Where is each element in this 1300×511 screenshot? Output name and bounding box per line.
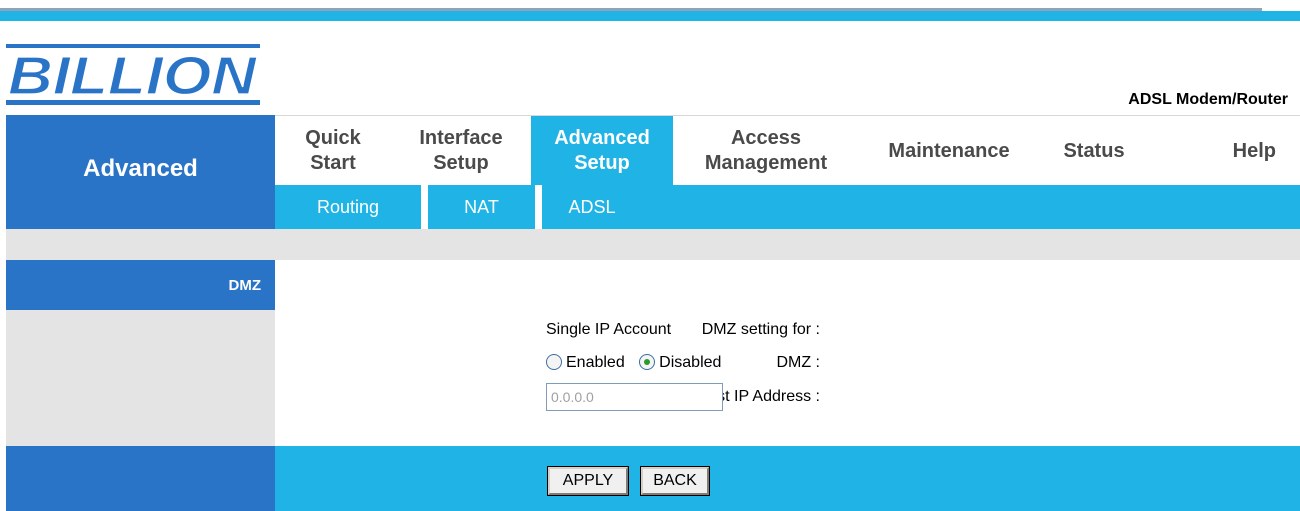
product-name: ADSL Modem/Router	[1128, 91, 1288, 108]
menu-advanced-setup[interactable]: Advanced Setup	[531, 116, 673, 186]
submenu-bar: Routing NAT ADSL	[275, 185, 1300, 229]
section-title: Advanced	[83, 155, 198, 182]
submenu-label: NAT	[464, 196, 499, 217]
menu-status[interactable]: Status	[1039, 116, 1149, 186]
submenu-separator	[421, 185, 428, 229]
menu-access-management[interactable]: Access Management	[673, 116, 859, 186]
menu-label: Status	[1063, 139, 1125, 162]
dmz-section-header: DMZ	[6, 260, 275, 310]
enabled-radio[interactable]	[546, 354, 562, 370]
host-ip-input[interactable]	[546, 383, 723, 411]
host-ip-row: DMZ Host IP Address :	[275, 383, 1300, 411]
menu-label: Interface	[419, 127, 503, 149]
menu-help[interactable]: Help	[1185, 116, 1300, 186]
submenu-label: ADSL	[568, 196, 616, 217]
svg-text:BILLION: BILLION	[8, 46, 257, 106]
browser-top-strip	[0, 0, 1300, 22]
nav-section-panel: Advanced	[6, 115, 275, 229]
menu-quick-start[interactable]: Quick Start	[275, 116, 391, 186]
submenu-adsl[interactable]: ADSL	[542, 185, 642, 229]
billion-logo: BILLION	[6, 44, 260, 106]
dmz-form: DMZ setting for : Single IP Account DMZ …	[275, 260, 1300, 446]
submenu-label: Routing	[316, 196, 380, 217]
menu-label: Access	[730, 127, 802, 149]
apply-button[interactable]: APPLY	[547, 466, 629, 496]
spacer-band	[6, 229, 1300, 260]
footer-bar: APPLY BACK	[275, 446, 1300, 511]
dmz-toggle-row: DMZ : Enabled Disabled	[275, 349, 1300, 377]
side-panel: DMZ	[6, 260, 275, 446]
enabled-label: Enabled	[566, 354, 625, 371]
setting-row: DMZ setting for : Single IP Account	[275, 316, 1300, 344]
submenu-nat[interactable]: NAT	[428, 185, 535, 229]
menu-label: Advanced	[554, 127, 650, 149]
disabled-radio[interactable]	[639, 354, 656, 370]
setting-label: DMZ setting for :	[701, 321, 820, 338]
setting-value: Single IP Account	[546, 321, 672, 338]
menu-label: Maintenance	[888, 139, 1010, 162]
main-menu: Quick Start Interface Setup Advanced Setup …	[275, 115, 1300, 186]
menu-maintenance[interactable]: Maintenance	[859, 116, 1039, 186]
menu-label: Setup	[574, 152, 630, 174]
menu-label: Management	[704, 152, 828, 174]
dmz-label: DMZ :	[776, 354, 820, 371]
menu-label: Setup	[433, 152, 489, 174]
menu-label: Help	[1232, 139, 1276, 162]
dmz-disabled-option[interactable]: Disabled	[639, 354, 721, 372]
top-cyan-bar	[0, 11, 1300, 21]
dmz-section-label: DMZ	[228, 277, 262, 294]
menu-label: Start	[310, 152, 356, 174]
back-button[interactable]: BACK	[640, 466, 710, 496]
footer-side	[6, 446, 275, 511]
disabled-label: Disabled	[659, 354, 722, 371]
menu-label: Quick	[305, 127, 361, 149]
submenu-separator	[535, 185, 542, 229]
submenu-routing[interactable]: Routing	[275, 185, 421, 229]
menu-interface-setup[interactable]: Interface Setup	[391, 116, 531, 186]
dmz-enabled-option[interactable]: Enabled	[546, 354, 625, 372]
